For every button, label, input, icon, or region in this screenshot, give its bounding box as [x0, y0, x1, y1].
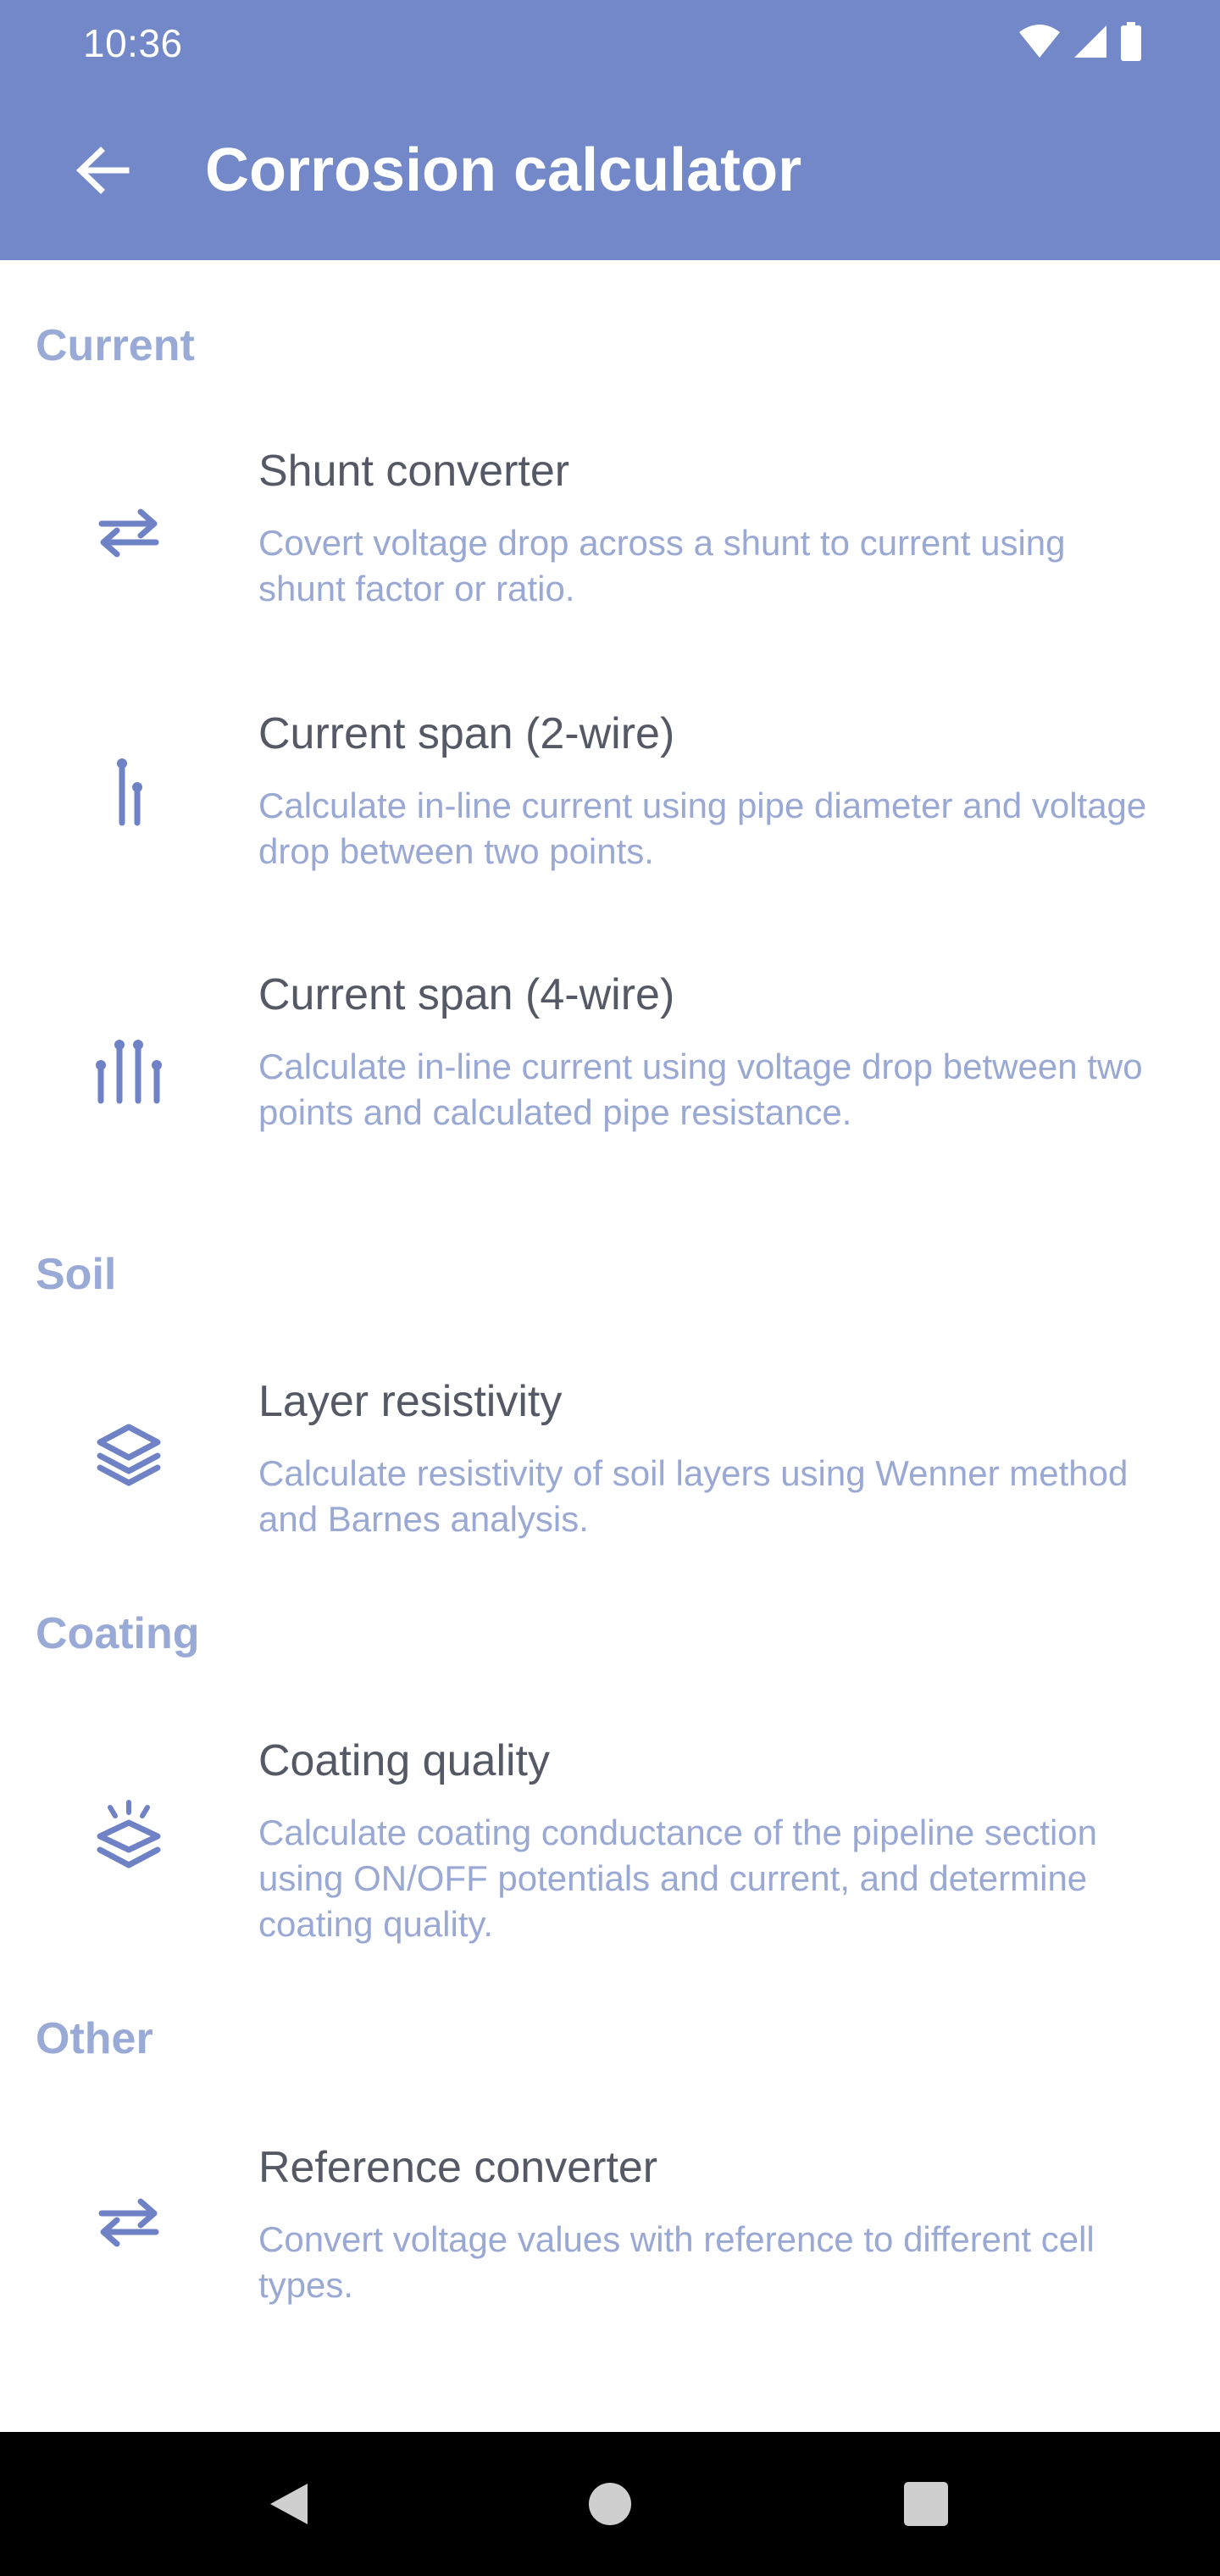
item-description: Calculate resistivity of soil layers usi…	[258, 1453, 1128, 1539]
system-nav-bar	[0, 2432, 1220, 2576]
item-description: Calculate in-line current using voltage …	[258, 1046, 1143, 1132]
list-item-current-span-4wire[interactable]: Current span (4-wire) Calculate in-line …	[0, 939, 1220, 1219]
section-header-other: Other	[36, 2014, 153, 2063]
swap-arrows-icon	[88, 491, 169, 573]
nav-back-button[interactable]	[225, 2432, 352, 2576]
item-title: Current span (2-wire)	[258, 709, 675, 758]
item-title: Layer resistivity	[258, 1377, 563, 1426]
page-title: Corrosion calculator	[205, 136, 802, 204]
layers-icon	[88, 1415, 169, 1496]
item-description: Covert voltage drop across a shunt to cu…	[258, 523, 1066, 608]
item-title: Reference converter	[258, 2143, 658, 2192]
item-title: Shunt converter	[258, 447, 570, 496]
list-item-coating-quality[interactable]: Coating quality Calculate coating conduc…	[0, 1705, 1220, 1993]
signal-icon	[1074, 25, 1106, 58]
four-wire-icon	[88, 1030, 169, 1112]
two-wire-icon	[88, 752, 169, 834]
item-title: Current span (4-wire)	[258, 970, 675, 1019]
list-item-reference-converter[interactable]: Reference converter Convert voltage valu…	[0, 2112, 1220, 2357]
battery-icon	[1121, 22, 1141, 61]
app-bar: 10:36 Corrosion calculator	[0, 0, 1220, 260]
nav-recents-button[interactable]	[862, 2432, 990, 2576]
coating-layers-icon	[88, 1796, 169, 1878]
item-description: Calculate in-line current using pipe dia…	[258, 786, 1147, 871]
status-icons	[1018, 22, 1142, 61]
section-header-coating: Coating	[36, 1609, 200, 1658]
swap-arrows-icon	[88, 2181, 169, 2262]
wifi-icon	[1019, 25, 1060, 58]
item-description: Convert voltage values with reference to…	[258, 2219, 1095, 2305]
back-button[interactable]	[68, 136, 137, 205]
nav-home-icon	[589, 2483, 631, 2525]
nav-recents-icon	[904, 2482, 948, 2526]
list-item-layer-resistivity[interactable]: Layer resistivity Calculate resistivity …	[0, 1346, 1220, 1583]
nav-home-button[interactable]	[546, 2432, 674, 2576]
section-header-soil: Soil	[36, 1250, 117, 1299]
list-item-current-span-2wire[interactable]: Current span (2-wire) Calculate in-line …	[0, 678, 1220, 924]
nav-back-icon	[270, 2484, 308, 2524]
status-time: 10:36	[83, 21, 183, 65]
arrow-left-icon	[75, 147, 130, 194]
section-header-current: Current	[36, 321, 195, 370]
item-description: Calculate coating conductance of the pip…	[258, 1813, 1097, 1944]
list-item-shunt-converter[interactable]: Shunt converter Covert voltage drop acro…	[0, 415, 1220, 661]
item-title: Coating quality	[258, 1736, 550, 1785]
